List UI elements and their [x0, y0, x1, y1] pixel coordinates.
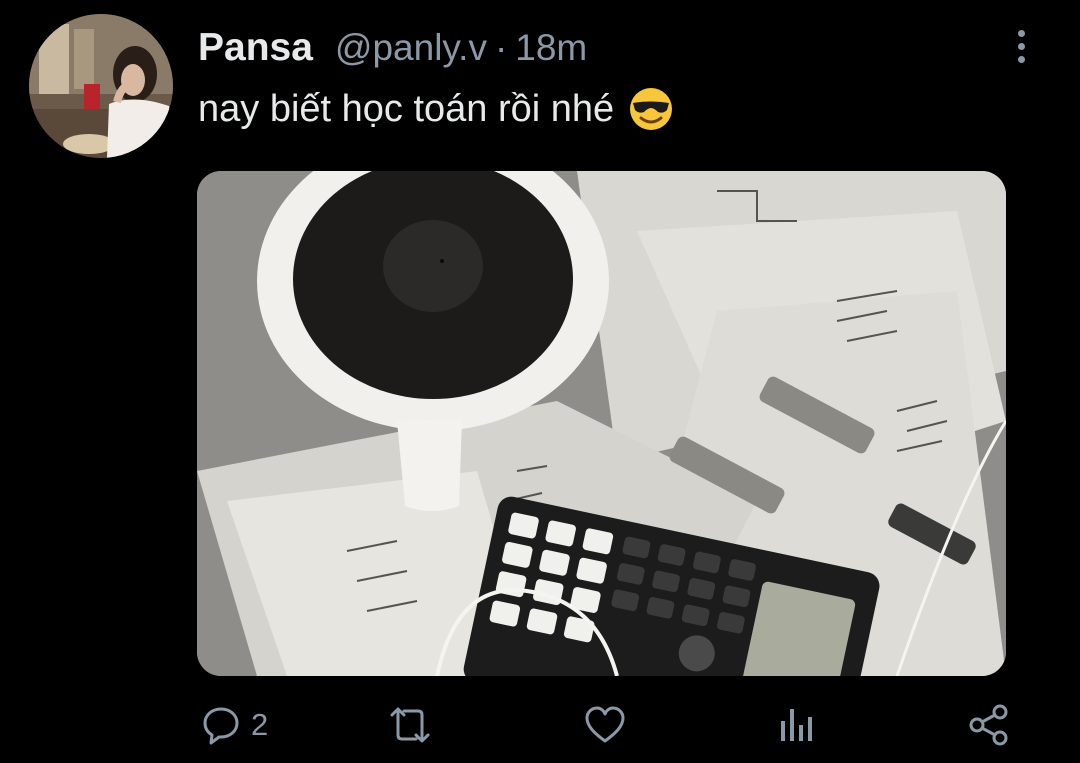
- reply-button[interactable]: 2: [201, 690, 268, 760]
- tweet-text-content: nay biết học toán rồi nhé: [198, 87, 615, 130]
- heart-icon: [585, 706, 625, 743]
- avatar[interactable]: [29, 14, 173, 158]
- share-icon: [969, 704, 1008, 746]
- tweet-actions: 2: [0, 690, 1080, 760]
- reply-icon: [203, 707, 239, 745]
- photo-illustration: [197, 171, 1006, 676]
- tweet[interactable]: Pansa @panly.v · 18m nay biết học toán r…: [0, 0, 1080, 763]
- retweet-icon: [390, 707, 430, 743]
- reply-count: 2: [251, 707, 269, 742]
- like-button[interactable]: [584, 690, 636, 760]
- timestamp[interactable]: 18m: [515, 27, 587, 69]
- analytics-icon: [781, 709, 812, 741]
- separator-dot: ·: [494, 27, 508, 68]
- analytics-button[interactable]: [778, 690, 814, 760]
- avatar-image: [29, 14, 173, 158]
- author-handle[interactable]: @panly.v: [335, 27, 487, 69]
- tweet-text: nay biết học toán rồi nhé: [198, 86, 674, 132]
- retweet-button[interactable]: [386, 690, 444, 760]
- author-name[interactable]: Pansa: [198, 26, 313, 70]
- smiling-face-with-sunglasses-icon: [630, 88, 673, 130]
- share-button[interactable]: [968, 690, 1010, 760]
- tweet-media-image[interactable]: [197, 171, 1006, 676]
- tweet-header: Pansa @panly.v · 18m: [198, 26, 587, 76]
- more-options-icon[interactable]: [1004, 26, 1038, 66]
